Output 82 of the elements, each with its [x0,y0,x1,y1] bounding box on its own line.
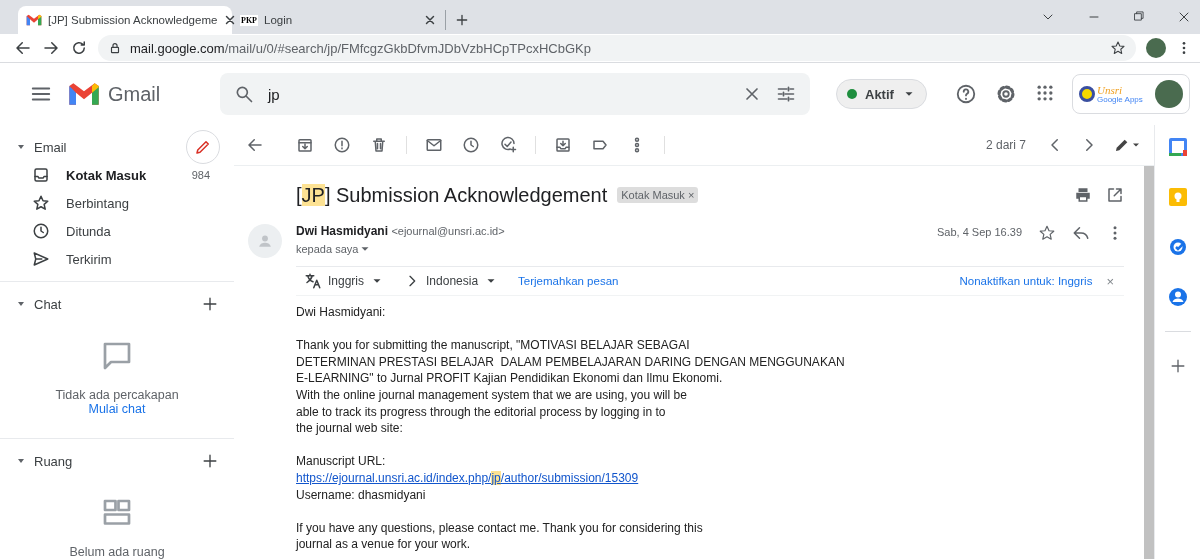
empty-message: Tidak ada percakapan [55,388,179,402]
site-favicon: PKP [240,14,258,26]
search-icon[interactable] [234,84,254,104]
recipient-text[interactable]: kepada saya [296,243,359,255]
label-chip[interactable]: Kotak Masuk × [617,187,699,203]
sender-name: Dwi Hasmidyani [296,224,389,238]
email-text: Thank you for submitting the manuscript, "MOTIVASI BELAJAR SEBAGAI DETERMINAN PRESTASI BELAJAR DALAM PEMBELAJARAN DARING DENGAN MENGGUNAKAN E-LEARNING" to Jurnal PROFIT Kajian Pendidikan Ekonomi dan Ilmu Ekonomi. With the online journal management system that we are using, you will be able to track its progress through the editorial process by logging in to the journal web site: [296,337,846,437]
open-in-new-icon[interactable] [1106,186,1124,204]
reply-icon[interactable] [1072,224,1090,242]
back-icon[interactable] [246,136,264,154]
report-spam-icon[interactable] [333,136,351,154]
sidebar-item[interactable]: Berbintang [0,189,234,217]
tab-title: [JP] Submission Acknowledgeme [48,14,218,26]
print-icon[interactable] [1074,186,1092,204]
message-position: 2 dari 7 [985,138,1026,152]
send-icon [32,250,50,268]
source-language[interactable]: Inggris [328,274,365,288]
translate-icon[interactable] [304,272,322,290]
browser-tab[interactable]: [JP] Submission Acknowledgeme [18,6,232,34]
pencil-icon [194,138,212,156]
status-button[interactable]: Aktif [836,79,927,109]
calendar-icon[interactable] [1167,137,1188,157]
archive-icon[interactable] [296,136,314,154]
clock-icon[interactable] [462,136,480,154]
section-title[interactable]: Ruang [34,453,200,469]
profile-avatar[interactable] [1146,38,1166,58]
email-text: Manuscript URL: [296,453,387,470]
inbox-icon [32,166,50,184]
close-icon[interactable] [423,13,437,27]
tasks-icon[interactable] [1167,237,1188,257]
scrollbar[interactable] [1144,166,1154,559]
email-text: Dwi Hasmidyani: [296,304,387,321]
restore-icon[interactable] [1132,9,1146,23]
clock-icon [32,222,50,240]
sidebar-item[interactable]: Kotak Masuk 984 [0,161,234,189]
back-icon[interactable] [14,39,32,57]
translate-link[interactable]: Terjemahkan pesan [518,275,619,287]
sender-email: <ejournal@unsri.ac.id> [391,225,505,237]
start-chat-link[interactable]: Mulai chat [88,402,146,416]
sender-avatar [248,224,282,258]
add-task-icon[interactable] [499,136,517,154]
mail-logo-icon [26,12,42,28]
star-icon[interactable] [1038,224,1056,242]
section-title[interactable]: Email [34,139,186,155]
search-field[interactable]: jp [220,73,810,115]
address-bar[interactable]: mail.google.com/mail/u/0/#search/jp/FMfcgzGkbDfvmJDbVzbHCpTPcxHCbGKp [98,35,1136,61]
new-tab-icon[interactable] [454,12,470,28]
forward-icon[interactable] [42,39,60,57]
email-date: Sab, 4 Sep 16.39 [937,226,1022,238]
filter-options-icon[interactable] [776,84,796,104]
app-name: Gmail [108,82,161,106]
account-button[interactable]: Unsri Google Apps [1072,74,1190,114]
reload-icon[interactable] [70,39,88,57]
email-text: If you have any questions, please contact me. Thank you for considering this journal as a venue for your work. [296,519,704,553]
url-text: mail.google.com/mail/u/0/#search/jp/FMfcgzGkbDfvmJDbVzbHCpTPcxHCbGKp [130,40,592,56]
sidebar-item[interactable]: Ditunda [0,217,234,245]
help-icon[interactable] [954,83,977,105]
mail-icon[interactable] [425,136,443,154]
search-query: jp [268,85,281,103]
pen-icon[interactable] [1114,137,1130,153]
unread-count: 984 [191,169,210,181]
move-to-icon[interactable] [554,136,572,154]
target-language[interactable]: Indonesia [426,274,479,288]
organization-logo: Unsri Google Apps [1097,84,1143,104]
section-title[interactable]: Chat [34,296,200,312]
email-text: Username: dhasmidyani [296,486,427,504]
bookmark-star-icon[interactable] [1110,40,1126,56]
tab-title: Login [264,14,294,26]
lock-icon [108,41,122,55]
trash-icon[interactable] [370,136,388,154]
empty-message: Belum ada ruang [69,545,165,559]
mail-logo-icon[interactable] [68,82,100,106]
account-avatar [1155,80,1183,108]
disable-translation-link[interactable]: Nonaktifkan untuk: Inggris [959,275,1093,287]
email-subject: [JP] Submission Acknowledgement [296,183,608,207]
manuscript-link[interactable]: https://ejournal.unsri.ac.id/index.php/jp/author/submission/15309 [296,470,639,485]
star-icon [32,194,50,212]
browser-tab[interactable]: PKP Login [232,10,446,30]
compose-button[interactable] [186,130,220,164]
sidebar-item[interactable]: Terkirim [0,245,234,273]
contacts-icon[interactable] [1167,287,1188,307]
close-translation[interactable]: × [1106,273,1114,289]
